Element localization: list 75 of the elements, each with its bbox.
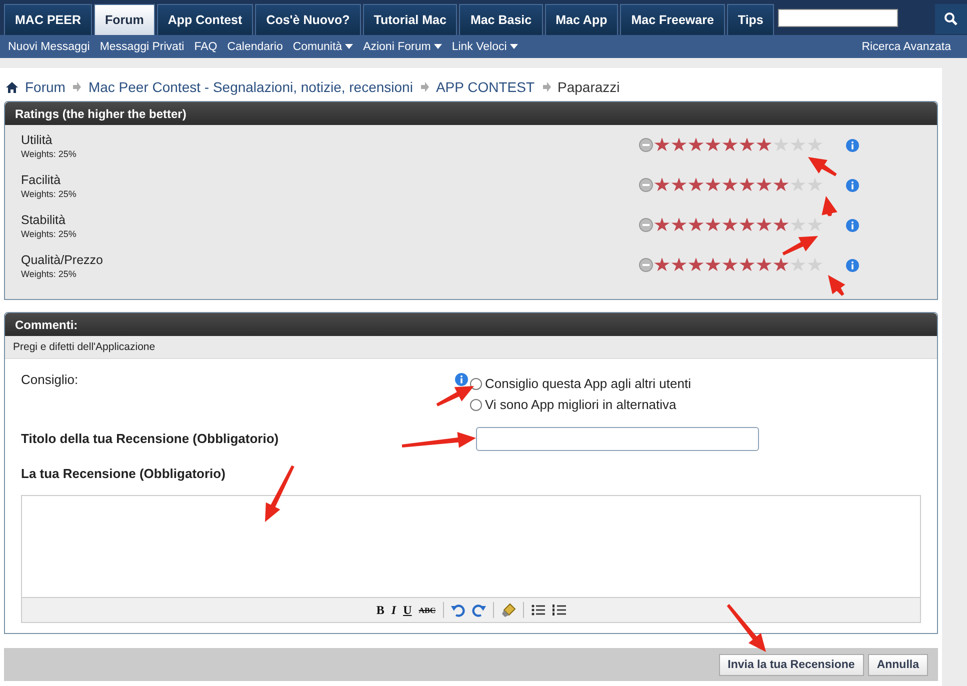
search-icon — [944, 12, 958, 26]
option-label: Vi sono App migliori in alternativa — [485, 397, 676, 412]
subnav-link[interactable]: Link Veloci — [452, 40, 518, 52]
annotation-arrow — [265, 465, 294, 522]
annotation-arrow — [782, 236, 818, 256]
undo-icon[interactable] — [450, 603, 465, 617]
subnav-link[interactable]: Calendario — [227, 40, 283, 52]
form-button[interactable]: Annulla — [868, 654, 928, 676]
rating-label: Stabilità — [21, 213, 66, 227]
panel-header: Ratings (the higher the better) — [5, 102, 937, 125]
nav-tab[interactable]: Tips — [726, 4, 774, 35]
annotation-arrow — [808, 157, 837, 176]
bullet-list-icon[interactable] — [530, 603, 545, 617]
separator-arrow-icon — [542, 82, 551, 92]
annotation-arrow — [828, 275, 846, 296]
nav-tab[interactable]: Mac Basic — [459, 4, 543, 35]
radio-button[interactable] — [470, 398, 482, 410]
format-button[interactable]: ABC — [418, 606, 436, 614]
annotation-arrow — [436, 386, 474, 406]
clear-rating-icon[interactable] — [639, 258, 653, 272]
breadcrumb-link[interactable]: APP CONTEST — [436, 79, 535, 95]
numbered-list-icon[interactable] — [552, 603, 566, 617]
search-field[interactable] — [778, 8, 898, 26]
field-label: Titolo della tua Recensione (Obbligatorio) — [21, 431, 279, 446]
clear-rating-icon[interactable] — [639, 218, 653, 232]
rating-label: Facilità — [21, 173, 62, 187]
weight-text: Weights: 25% — [21, 229, 76, 239]
weight-text: Weights: 25% — [21, 149, 76, 159]
clear-rating-icon[interactable] — [639, 138, 653, 152]
annotation-arrow — [822, 196, 838, 216]
brush-icon[interactable] — [500, 602, 516, 618]
subnav-link[interactable]: Messaggi Privati — [100, 40, 184, 52]
info-icon[interactable] — [846, 138, 859, 152]
nav-tab[interactable]: Mac App — [544, 4, 618, 35]
subnav-link[interactable]: FAQ — [194, 40, 218, 52]
search-button[interactable] — [935, 4, 967, 34]
weight-text: Weights: 25% — [21, 189, 76, 199]
info-icon[interactable] — [846, 258, 859, 272]
section-subtitle: Pregi e difetti dell'Applicazione — [5, 336, 937, 359]
separator-arrow-icon — [72, 82, 82, 92]
panel-header: Commenti: — [5, 313, 937, 336]
format-button[interactable]: B — [376, 602, 384, 618]
weight-text: Weights: 25% — [21, 269, 78, 279]
nav-tab[interactable]: Mac Freeware — [620, 4, 725, 35]
breadcrumb-link[interactable]: Forum — [25, 79, 66, 95]
format-button[interactable]: I — [391, 602, 396, 618]
nav-tab[interactable]: App Contest — [156, 4, 254, 35]
option-label: Consiglio questa App agli altri utenti — [485, 376, 691, 391]
breadcrumb-link[interactable]: Mac Peer Contest - Segnalazioni, notizie, recensioni — [88, 79, 413, 95]
clear-rating-icon[interactable] — [639, 178, 653, 192]
rating-label: Utilità — [21, 133, 54, 147]
advanced-search-link[interactable]: Ricerca Avanzata — [862, 40, 951, 52]
title-input-field[interactable] — [476, 427, 759, 451]
info-icon[interactable] — [846, 178, 859, 192]
separator-arrow-icon — [420, 82, 429, 92]
review-editor[interactable]: B I U ABC — [21, 495, 921, 623]
nav-tab[interactable]: Tutorial Mac — [362, 4, 458, 35]
field-label: Consiglio: — [21, 372, 78, 387]
format-button[interactable]: U — [403, 602, 412, 618]
form-button[interactable]: Invia la tua Recensione — [718, 654, 864, 676]
info-icon[interactable] — [455, 373, 468, 386]
rating-label: Qualità/Prezzo — [21, 253, 103, 267]
annotation-arrow — [726, 604, 766, 652]
subnav-link[interactable]: Nuovi Messaggi — [8, 40, 90, 52]
radio-button[interactable] — [470, 378, 482, 390]
field-label: La tua Recensione (Obbligatorio) — [21, 466, 226, 481]
nav-tab[interactable]: Cos'è Nuovo? — [255, 4, 361, 35]
subnav-link[interactable]: Comunità — [292, 40, 354, 52]
radio-option[interactable]: Vi sono App migliori in alternativa — [470, 394, 691, 415]
info-icon[interactable] — [846, 218, 859, 232]
redo-icon[interactable] — [472, 603, 486, 617]
home-icon[interactable] — [6, 82, 18, 92]
subnav-link[interactable]: Azioni Forum — [363, 40, 442, 52]
nav-tab[interactable]: Forum — [94, 4, 155, 35]
nav-tab[interactable]: MAC PEER — [4, 4, 92, 35]
